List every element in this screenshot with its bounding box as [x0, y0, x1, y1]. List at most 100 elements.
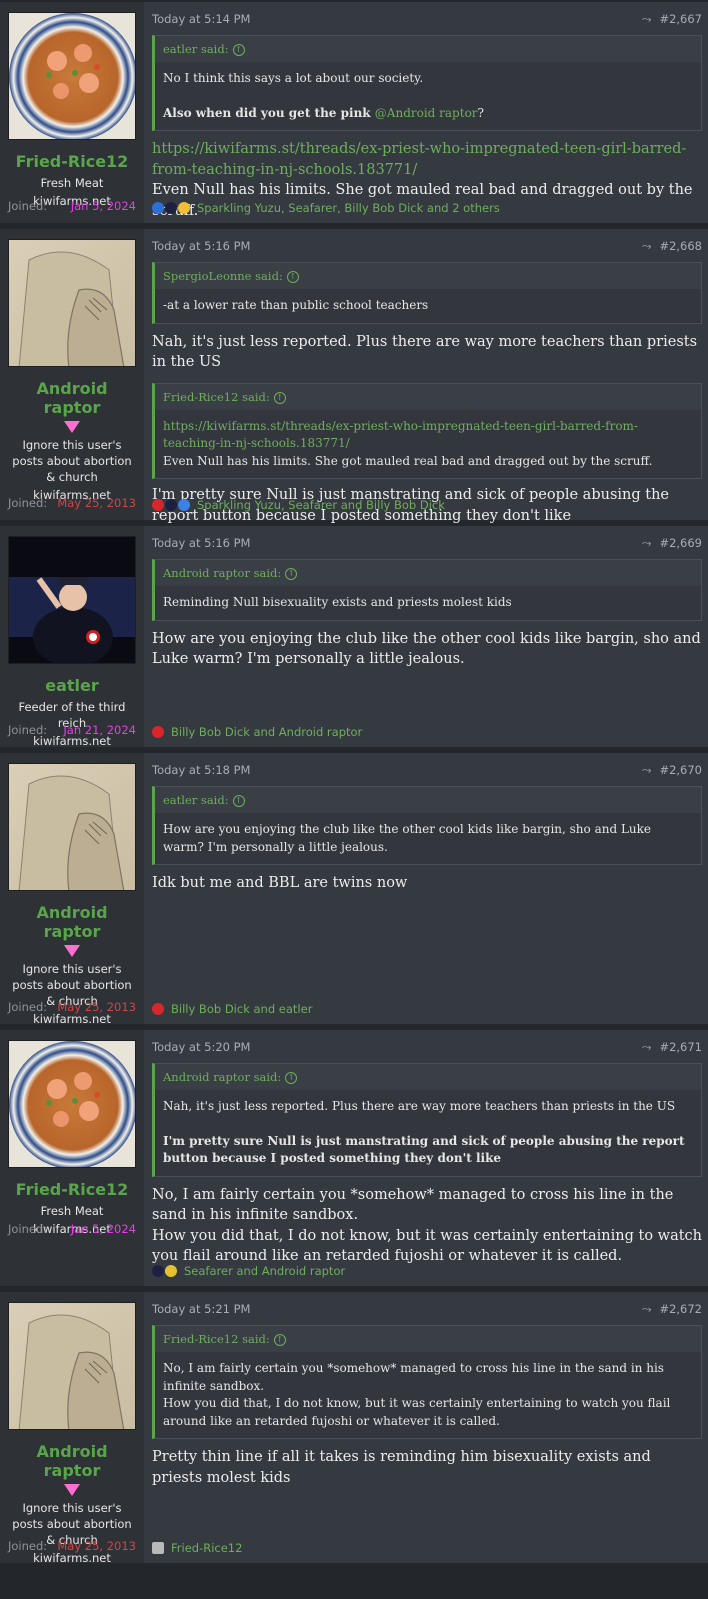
username[interactable]: Android raptor [8, 1442, 136, 1480]
username[interactable]: Android raptor [8, 903, 136, 941]
joined-label: Joined: [8, 199, 48, 213]
reaction-bar[interactable]: Sparkling Yuzu, Seafarer, Billy Bob Dick… [152, 201, 500, 215]
share-icon[interactable]: ⤳ [642, 1039, 652, 1055]
quote-header[interactable]: Fried-Rice12 said: ↑ [155, 1326, 701, 1352]
share-icon[interactable]: ⤳ [642, 762, 652, 778]
post-number[interactable]: #2,672 [659, 1301, 702, 1317]
quote-header[interactable]: SpergioLeonne said: ↑ [155, 263, 701, 289]
reaction-bar[interactable]: Fried-Rice12 [152, 1541, 242, 1555]
user-title: Ignore this user's posts about abortion … [12, 438, 132, 484]
post-number[interactable]: #2,667 [659, 11, 702, 27]
reaction-users[interactable]: Sparkling Yuzu, Seafarer and Billy Bob D… [197, 498, 445, 512]
post-number[interactable]: #2,671 [659, 1039, 702, 1055]
post-main: Today at 5:16 PM ⤳ #2,668 SpergioLeonne s… [144, 229, 708, 524]
user-title: Fresh Meat [40, 1204, 104, 1218]
arrow-up-icon[interactable]: ↑ [285, 568, 298, 580]
quote-author[interactable]: Android raptor said: [163, 1070, 281, 1084]
post-time[interactable]: Today at 5:18 PM [152, 762, 250, 778]
share-icon[interactable]: ⤳ [642, 535, 652, 551]
avatar[interactable] [8, 1302, 136, 1430]
arrow-up-icon[interactable]: ↑ [232, 795, 245, 807]
arrow-up-icon[interactable]: ↑ [273, 1334, 286, 1346]
share-icon[interactable]: ⤳ [642, 238, 652, 254]
quote-text: Also when did you get the pink @Android … [163, 105, 484, 120]
reaction-bar[interactable]: Billy Bob Dick and Android raptor [152, 725, 362, 739]
quote-link[interactable]: https://kiwifarms.st/threads/ex-priest-w… [163, 418, 693, 453]
post-main: Today at 5:16 PM ⤳ #2,669 Android raptor … [144, 526, 708, 747]
avatar[interactable] [8, 239, 136, 367]
quote-author[interactable]: eatler said: [163, 42, 229, 56]
joined-row: Joined: Jan 5, 2024 [8, 1222, 136, 1236]
joined-date: May 25, 2013 [57, 1000, 136, 1014]
quote-author[interactable]: eatler said: [163, 793, 229, 807]
username[interactable]: Fried-Rice12 [8, 152, 136, 171]
post-time[interactable]: Today at 5:16 PM [152, 535, 250, 551]
quote-header[interactable]: eatler said: ↑ [155, 36, 701, 62]
arrow-up-icon[interactable]: ↑ [273, 391, 286, 404]
joined-row: Joined: May 25, 2013 [8, 1000, 136, 1014]
quote-header[interactable]: eatler said: ↑ [155, 787, 701, 813]
post-time[interactable]: Today at 5:16 PM [152, 238, 250, 254]
reaction-users[interactable]: Sparkling Yuzu, Seafarer, Billy Bob Dick… [197, 201, 500, 215]
post-time[interactable]: Today at 5:20 PM [152, 1039, 250, 1055]
thinking-react-icon [178, 202, 190, 214]
quote-block: eatler said: ↑ No I think this says a lot… [152, 35, 702, 131]
quote-text: Even Null has his limits. She got mauled… [163, 453, 653, 468]
share-icon[interactable]: ⤳ [642, 11, 652, 27]
avatar[interactable] [8, 1040, 136, 1168]
quote-body: No I think this says a lot about our soc… [155, 62, 701, 130]
post-number[interactable]: #2,668 [659, 238, 702, 254]
heart-react-icon [152, 1003, 164, 1015]
reaction-bar[interactable]: Sparkling Yuzu, Seafarer and Billy Bob D… [152, 498, 445, 512]
pink-triangle-icon [64, 945, 80, 957]
arrow-up-icon[interactable]: ↑ [285, 1072, 298, 1084]
joined-label: Joined: [8, 496, 48, 510]
hat-react-icon [165, 202, 177, 214]
quote-block: Fried-Rice12 said: ↑ https://kiwifarms.st… [152, 382, 702, 479]
reaction-users[interactable]: Billy Bob Dick and eatler [171, 1002, 312, 1016]
reaction-bar[interactable]: Seafarer and Android raptor [152, 1264, 345, 1278]
quote-block: SpergioLeonne said: ↑ -at a lower rate th… [152, 262, 702, 324]
post: Android raptor Ignore this user's posts … [0, 1292, 708, 1565]
post-time[interactable]: Today at 5:14 PM [152, 11, 250, 27]
user-panel: eatler Feeder of the third reich kiwifar… [0, 526, 144, 748]
avatar[interactable] [8, 763, 136, 891]
post-number[interactable]: #2,669 [659, 535, 702, 551]
quote-body: https://kiwifarms.st/threads/ex-priest-w… [155, 409, 701, 478]
reaction-bar[interactable]: Billy Bob Dick and eatler [152, 1002, 312, 1016]
post-number[interactable]: #2,670 [659, 762, 702, 778]
post-header: Today at 5:14 PM ⤳ #2,667 [152, 11, 702, 27]
quote-body: Reminding Null bisexuality exists and pr… [155, 586, 701, 620]
arrow-up-icon[interactable]: ↑ [232, 44, 245, 56]
mention-link[interactable]: @Android raptor [375, 106, 478, 120]
quote-author[interactable]: SpergioLeonne said: [163, 269, 283, 283]
post-link[interactable]: https://kiwifarms.st/threads/ex-priest-w… [152, 139, 702, 180]
joined-label: Joined: [8, 1539, 48, 1553]
joined-date: Jan 21, 2024 [63, 723, 136, 737]
quote-header[interactable]: Android raptor said: ↑ [155, 1064, 701, 1090]
quote-body: Nah, it's just less reported. Plus there… [155, 1090, 701, 1176]
quote-body: No, I am fairly certain you *somehow* ma… [155, 1352, 701, 1438]
quote-header[interactable]: Fried-Rice12 said: ↑ [155, 384, 701, 410]
quote-author[interactable]: Fried-Rice12 said: [163, 390, 270, 404]
reaction-users[interactable]: Billy Bob Dick and Android raptor [171, 725, 362, 739]
post-time[interactable]: Today at 5:21 PM [152, 1301, 250, 1317]
document-react-icon [152, 1542, 164, 1554]
post-header: Today at 5:18 PM ⤳ #2,670 [152, 762, 702, 778]
username[interactable]: eatler [8, 676, 136, 695]
post-text: How you did that, I do not know, but it … [152, 1227, 702, 1265]
quote-author[interactable]: Android raptor said: [163, 566, 281, 580]
username[interactable]: Fried-Rice12 [8, 1180, 136, 1199]
avatar[interactable] [8, 12, 136, 140]
arrow-up-icon[interactable]: ↑ [286, 271, 299, 283]
post-main: Today at 5:14 PM ⤳ #2,667 eatler said: ↑ N… [144, 2, 708, 223]
quote-header[interactable]: Android raptor said: ↑ [155, 560, 701, 586]
share-icon[interactable]: ⤳ [642, 1301, 652, 1317]
avatar[interactable] [8, 536, 136, 664]
quote-block: Fried-Rice12 said: ↑ No, I am fairly cert… [152, 1325, 702, 1439]
reaction-users[interactable]: Fried-Rice12 [171, 1541, 242, 1555]
reaction-users[interactable]: Seafarer and Android raptor [184, 1264, 345, 1278]
post-header: Today at 5:16 PM ⤳ #2,669 [152, 535, 702, 551]
quote-author[interactable]: Fried-Rice12 said: [163, 1332, 270, 1346]
username[interactable]: Android raptor [8, 379, 136, 417]
